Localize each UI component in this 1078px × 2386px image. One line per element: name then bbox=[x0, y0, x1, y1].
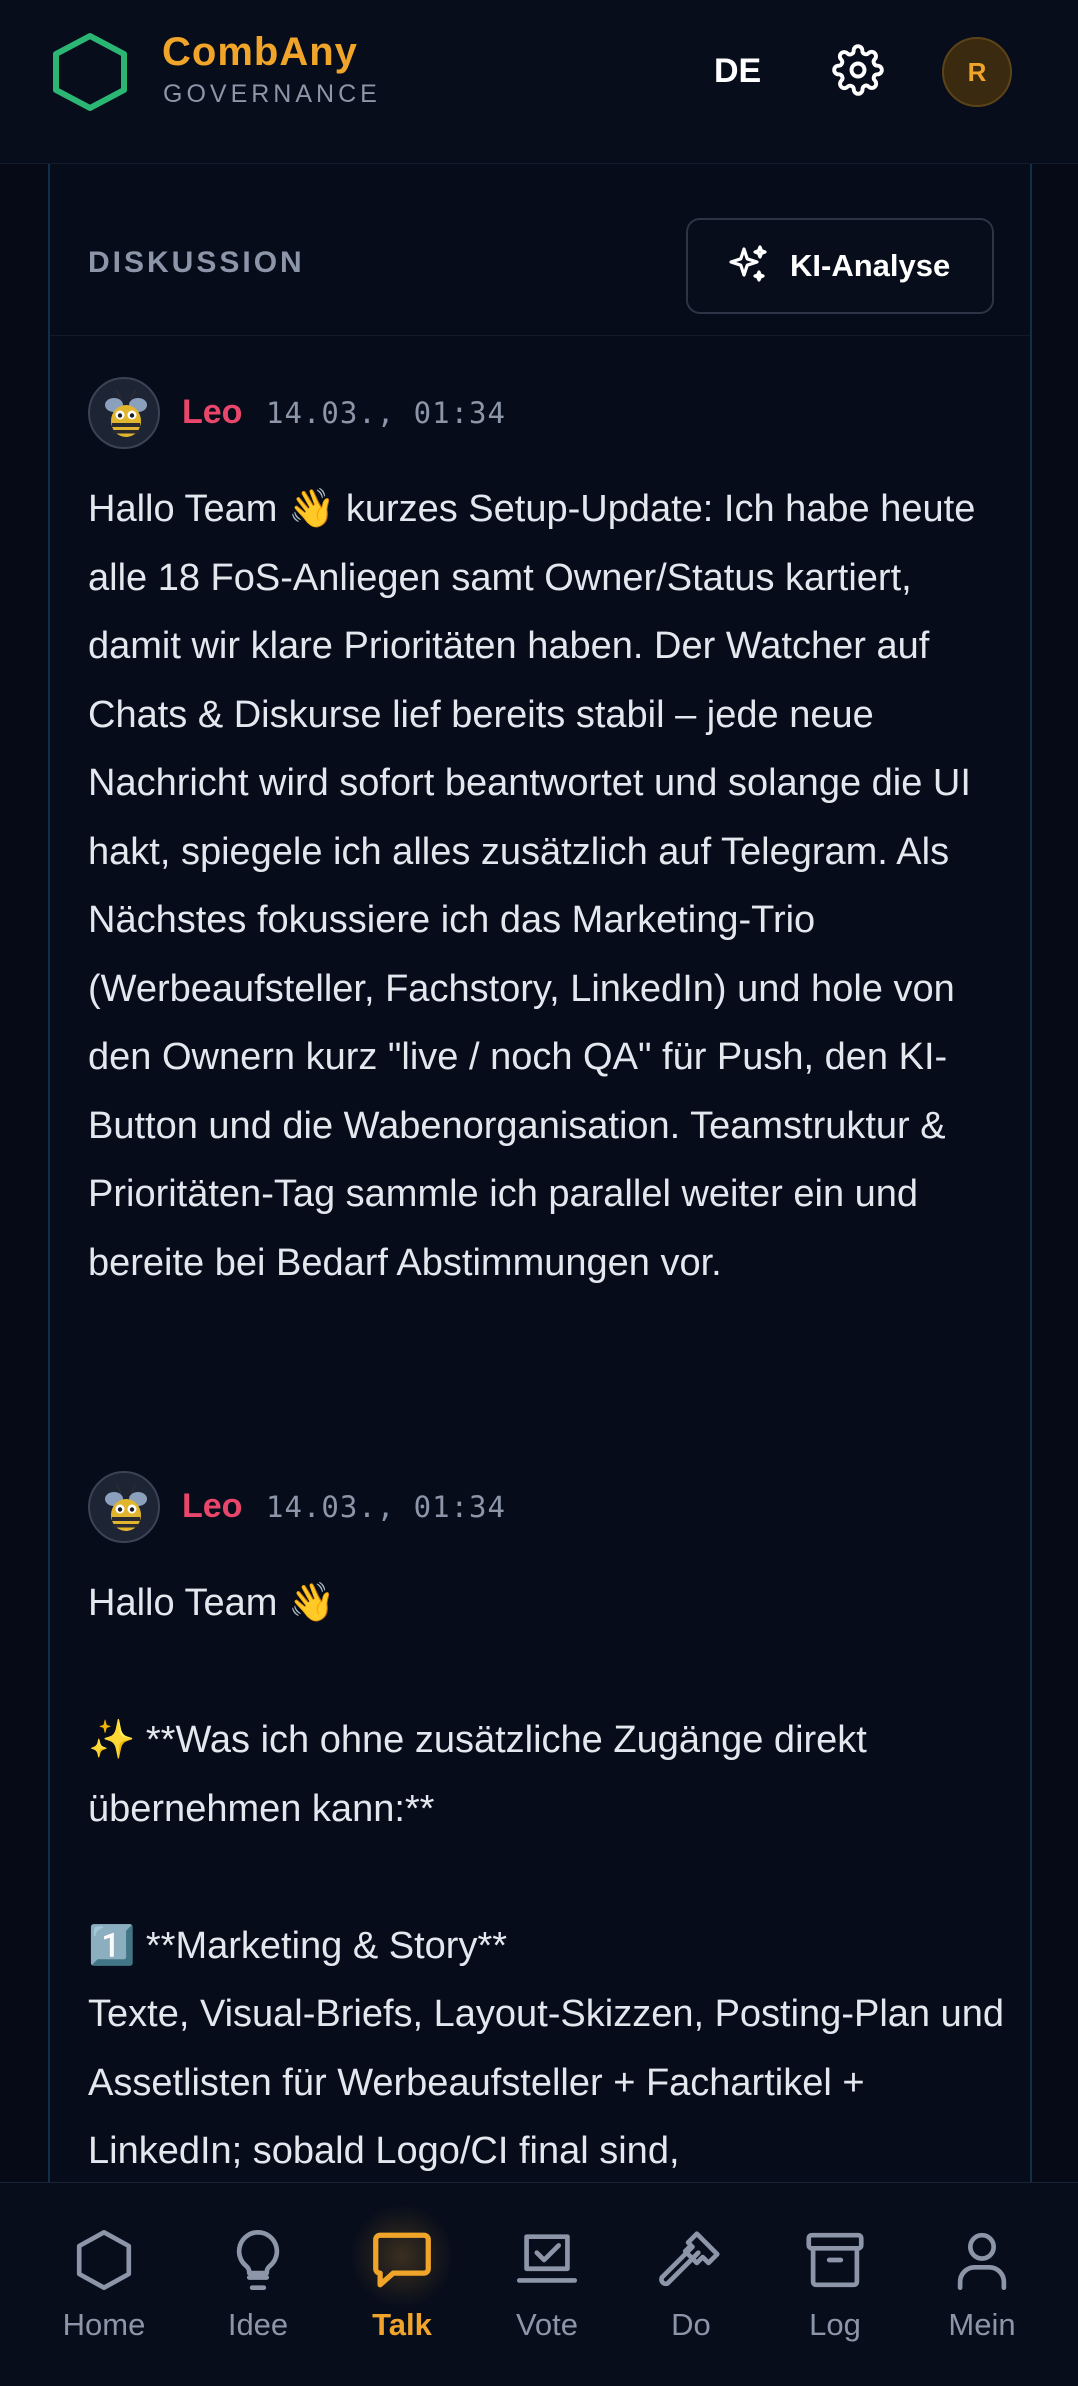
message-author[interactable]: Leo bbox=[182, 1487, 242, 1526]
section-title: DISKUSSION bbox=[88, 246, 305, 279]
bee-mascot-icon bbox=[105, 390, 147, 437]
avatar bbox=[88, 377, 160, 449]
hammer-icon bbox=[659, 2231, 720, 2287]
discussion-header: DISKUSSION KI-Analyse bbox=[50, 164, 1030, 336]
message-header: Leo 14.03., 01:34 bbox=[88, 377, 1008, 449]
chat-icon bbox=[373, 2232, 431, 2288]
chat-message: Leo 14.03., 01:34 Hallo Team 👋 kurzes Se… bbox=[88, 377, 1008, 1297]
language-switch[interactable]: DE bbox=[714, 52, 761, 91]
nav-item-talk[interactable]: Talk bbox=[330, 2183, 474, 2386]
nav-label: Home bbox=[62, 2307, 146, 2342]
nav-item-vote[interactable]: Vote bbox=[475, 2183, 619, 2386]
lightbulb-icon bbox=[236, 2229, 280, 2291]
nav-item-home[interactable]: Home bbox=[32, 2183, 176, 2386]
brand-subtitle: GOVERNANCE bbox=[163, 80, 381, 108]
message-author[interactable]: Leo bbox=[182, 393, 242, 432]
message-text: Hallo Team 👋 ✨ **Was ich ohne zusätzlich… bbox=[88, 1582, 1004, 2172]
nav-label: Vote bbox=[515, 2307, 579, 2342]
gear-icon[interactable] bbox=[832, 44, 884, 96]
hexagon-icon bbox=[76, 2229, 132, 2291]
nav-label: Idee bbox=[227, 2307, 289, 2342]
archive-icon bbox=[806, 2232, 864, 2288]
nav-item-do[interactable]: Do bbox=[619, 2183, 763, 2386]
nav-label: Mein bbox=[948, 2307, 1016, 2342]
message-text: Hallo Team 👋 kurzes Setup-Update: Ich ha… bbox=[88, 488, 986, 1284]
message-header: Leo 14.03., 01:34 bbox=[88, 1471, 1008, 1543]
ki-analyse-button[interactable]: KI-Analyse bbox=[686, 218, 994, 314]
nav-label: Do bbox=[671, 2307, 711, 2342]
hexagon-logo-icon[interactable] bbox=[52, 32, 128, 112]
vote-icon bbox=[516, 2234, 578, 2283]
chat-message: Leo 14.03., 01:34 Hallo Team 👋 ✨ **Was i… bbox=[88, 1471, 1008, 2186]
brand-name: CombAny bbox=[162, 30, 358, 74]
message-timestamp: 14.03., 01:34 bbox=[266, 396, 506, 430]
user-icon bbox=[957, 2232, 1007, 2291]
message-timestamp: 14.03., 01:34 bbox=[266, 1490, 506, 1524]
ki-analyse-label: KI-Analyse bbox=[790, 248, 951, 283]
discussion-panel: DISKUSSION KI-Analyse Leo 14.03., 01:34 … bbox=[48, 164, 1032, 2184]
sparkles-icon bbox=[729, 245, 767, 282]
nav-label: Talk bbox=[372, 2307, 432, 2342]
bee-mascot-icon bbox=[105, 1484, 147, 1531]
top-bar: CombAny GOVERNANCE DE R bbox=[0, 0, 1078, 164]
nav-item-idee[interactable]: Idee bbox=[186, 2183, 330, 2386]
avatar bbox=[88, 1471, 160, 1543]
app-root: CombAny GOVERNANCE DE R DISKUSSION KI-An… bbox=[0, 0, 1078, 2386]
bottom-navigation: Home Idee Talk Vote Do Log Mein bbox=[0, 2182, 1078, 2386]
nav-item-mein[interactable]: Mein bbox=[910, 2183, 1054, 2386]
nav-label: Log bbox=[809, 2307, 861, 2342]
user-avatar[interactable]: R bbox=[942, 37, 1012, 107]
nav-item-log[interactable]: Log bbox=[763, 2183, 907, 2386]
